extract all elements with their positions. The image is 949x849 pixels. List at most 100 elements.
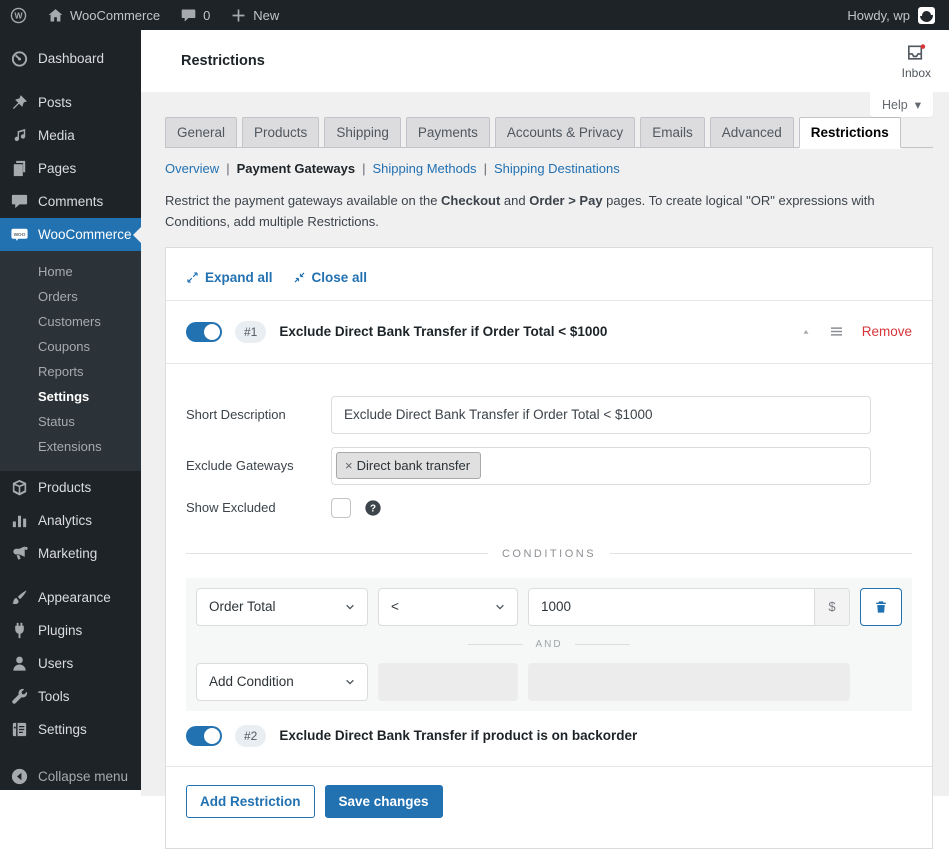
my-account-menu[interactable]: Howdy, wp	[847, 5, 949, 25]
comments-count: 0	[203, 7, 211, 23]
sidebar-item-tools[interactable]: Tools	[0, 680, 141, 713]
sidebar-item-label: WooCommerce	[38, 227, 132, 242]
subnav-shipping-destinations[interactable]: Shipping Destinations	[494, 161, 620, 176]
show-excluded-checkbox[interactable]	[331, 497, 351, 518]
sidebar-item-media[interactable]: Media	[0, 119, 141, 152]
trash-icon	[873, 599, 889, 615]
help-tooltip-icon[interactable]: ?	[364, 499, 382, 517]
tab-restrictions[interactable]: Restrictions	[798, 117, 901, 148]
short-description-input[interactable]	[331, 395, 871, 434]
disabled-value-placeholder	[528, 662, 850, 701]
sidebar-item-dashboard[interactable]: Dashboard	[0, 42, 141, 75]
tab-emails[interactable]: Emails	[640, 117, 705, 148]
dashboard-icon	[10, 49, 29, 68]
tag-remove-icon[interactable]: ×	[345, 458, 353, 473]
pages-icon	[10, 159, 29, 178]
wp-logo-menu[interactable]: W	[0, 0, 37, 30]
sidebar-item-comments[interactable]: Comments	[0, 185, 141, 218]
sidebar-item-label: Comments	[38, 194, 104, 209]
save-changes-button[interactable]: Save changes	[324, 784, 443, 818]
sidebar-item-appearance[interactable]: Appearance	[0, 581, 141, 614]
tab-shipping[interactable]: Shipping	[324, 117, 401, 148]
sidebar-item-users[interactable]: Users	[0, 647, 141, 680]
add-condition-row: Add Condition	[196, 662, 902, 701]
tab-accounts-privacy[interactable]: Accounts & Privacy	[494, 117, 636, 148]
tab-general[interactable]: General	[165, 117, 238, 148]
submenu-item-home[interactable]: Home	[0, 259, 141, 284]
sidebar-item-label: Posts	[38, 95, 72, 110]
condition-value-input[interactable]	[529, 588, 814, 625]
sidebar-item-plugins[interactable]: Plugins	[0, 614, 141, 647]
tab-advanced[interactable]: Advanced	[709, 117, 794, 148]
submenu-item-extensions[interactable]: Extensions	[0, 434, 141, 459]
currency-suffix: $	[814, 588, 849, 625]
short-description-label: Short Description	[186, 407, 286, 423]
sidebar-item-settings[interactable]: Settings	[0, 713, 141, 746]
plus-icon	[230, 7, 247, 24]
sidebar-item-label: Products	[38, 480, 92, 495]
settings-tabs: General Products Shipping Payments Accou…	[165, 117, 933, 148]
divider	[166, 765, 932, 767]
restriction-1-title[interactable]: Exclude Direct Bank Transfer if Order To…	[279, 324, 607, 339]
add-restriction-button[interactable]: Add Restriction	[186, 784, 315, 818]
subnav-shipping-methods[interactable]: Shipping Methods	[372, 161, 476, 176]
conditions-panel: Order Total < $	[186, 577, 912, 711]
tab-payments[interactable]: Payments	[405, 117, 490, 148]
sidebar-item-woocommerce[interactable]: WOO WooCommerce	[0, 218, 141, 251]
remove-restriction-link[interactable]: Remove	[862, 324, 912, 339]
subnav-payment-gateways[interactable]: Payment Gateways	[237, 161, 356, 176]
exclude-gateways-input[interactable]: × Direct bank transfer	[331, 446, 871, 485]
sidebar-item-marketing[interactable]: Marketing	[0, 537, 141, 570]
subnav-separator: |	[226, 161, 230, 176]
tab-products[interactable]: Products	[242, 117, 320, 148]
bar-chart-icon	[10, 511, 29, 530]
sidebar-item-products[interactable]: Products	[0, 471, 141, 504]
sidebar-item-collapse-menu[interactable]: Collapse menu	[0, 760, 141, 793]
sidebar-item-analytics[interactable]: Analytics	[0, 504, 141, 537]
subnav-separator: |	[483, 161, 487, 176]
inbox-label: Inbox	[901, 66, 931, 80]
expand-all-link[interactable]: Expand all	[186, 270, 273, 285]
show-excluded-label: Show Excluded	[186, 500, 276, 516]
restriction-1-toggle[interactable]	[186, 321, 222, 342]
delete-condition-button[interactable]	[860, 587, 902, 626]
site-name-menu[interactable]: WooCommerce	[37, 0, 170, 30]
sidebar-item-label: Tools	[38, 689, 70, 704]
add-condition-select[interactable]: Add Condition	[196, 662, 368, 701]
page-title: Restrictions	[181, 53, 265, 69]
sidebar-item-pages[interactable]: Pages	[0, 152, 141, 185]
submenu-item-status[interactable]: Status	[0, 409, 141, 434]
and-separator: AND	[196, 639, 902, 650]
sidebar-item-posts[interactable]: Posts	[0, 86, 141, 119]
sidebar-item-label: Marketing	[38, 546, 98, 561]
comments-menu[interactable]: 0	[170, 0, 220, 30]
restriction-2-title[interactable]: Exclude Direct Bank Transfer if product …	[279, 728, 637, 743]
restrictions-panel: Expand all Close all #1 Exclude Direct B…	[165, 246, 933, 849]
short-description-row: Short Description	[186, 395, 912, 434]
help-dropdown-button[interactable]: Help ▾	[870, 92, 933, 117]
new-content-menu[interactable]: New	[220, 0, 289, 30]
page-header: Restrictions Inbox	[141, 30, 949, 92]
wrench-icon	[10, 687, 29, 706]
submenu-item-settings[interactable]: Settings	[0, 384, 141, 409]
new-label: New	[253, 7, 280, 23]
sidebar-item-label: Dashboard	[38, 51, 105, 66]
submenu-item-reports[interactable]: Reports	[0, 359, 141, 384]
collapse-triangle-icon[interactable]	[801, 327, 811, 337]
caret-down-icon: ▾	[914, 98, 921, 112]
restriction-2-toggle[interactable]	[186, 725, 222, 746]
inbox-button[interactable]: Inbox	[902, 42, 931, 80]
close-all-link[interactable]: Close all	[293, 270, 367, 285]
media-icon	[10, 126, 29, 145]
condition-operator-select[interactable]: <	[378, 587, 518, 626]
subnav-overview[interactable]: Overview	[165, 161, 219, 176]
sidebar-item-label: Appearance	[38, 590, 111, 605]
drag-handle-icon[interactable]	[828, 323, 845, 340]
divider	[166, 299, 932, 301]
submenu-item-orders[interactable]: Orders	[0, 284, 141, 309]
submenu-item-coupons[interactable]: Coupons	[0, 334, 141, 359]
inbox-icon	[905, 42, 928, 65]
submenu-item-customers[interactable]: Customers	[0, 309, 141, 334]
chevron-down-icon	[493, 600, 507, 614]
condition-field-select[interactable]: Order Total	[196, 587, 368, 626]
